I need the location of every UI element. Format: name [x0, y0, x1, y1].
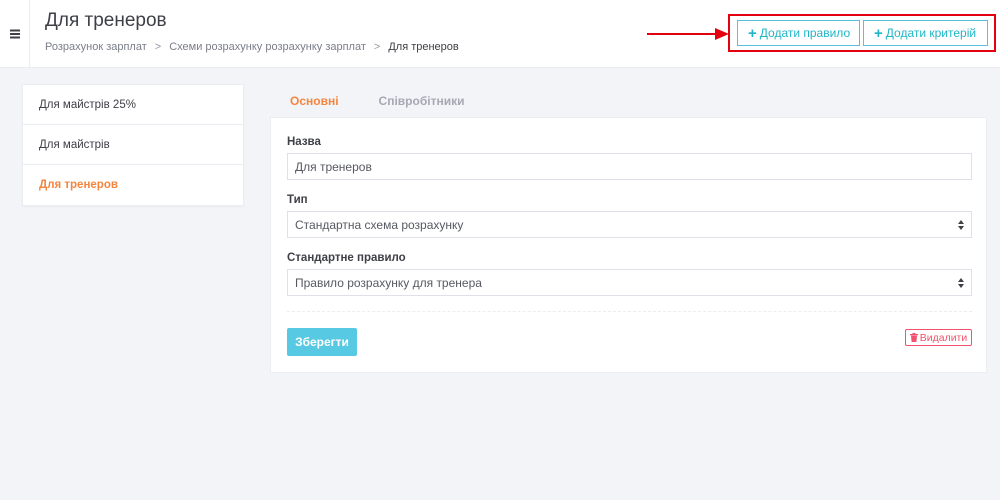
breadcrumb-separator: > [154, 41, 162, 53]
breadcrumb-separator: > [373, 41, 381, 53]
default-rule-select-value: Правило розрахунку для тренера [295, 275, 482, 290]
delete-label: Видалити [919, 331, 968, 344]
breadcrumb-item-current: Для тренеров [388, 41, 459, 53]
scheme-list-item-masters[interactable]: Для майстрів [23, 125, 243, 165]
type-select-value: Стандартна схема розрахунку [295, 217, 464, 232]
tab-employees[interactable]: Співробітники [359, 88, 485, 116]
form-panel: Назва Тип Стандартна схема розрахунку Ст… [270, 117, 987, 373]
hamburger-icon [9, 29, 20, 39]
add-rule-button[interactable]: + Додати правило [737, 20, 860, 46]
plus-icon: + [874, 24, 883, 42]
menu-toggle-button[interactable] [0, 0, 30, 68]
breadcrumb: Розрахунок зарплат > Схеми розрахунку ро… [45, 41, 459, 53]
delete-button[interactable]: Видалити [905, 329, 972, 346]
scheme-list: Для майстрів 25% Для майстрів Для тренер… [22, 84, 244, 206]
add-criterion-button[interactable]: + Додати критерій [863, 20, 988, 46]
type-select[interactable]: Стандартна схема розрахунку [287, 211, 972, 238]
form-divider [287, 311, 972, 312]
tabs: Основні Співробітники [270, 88, 484, 116]
scheme-list-item-masters-25[interactable]: Для майстрів 25% [23, 85, 243, 125]
select-caret-icon [958, 220, 964, 230]
top-bar: Для тренеров Розрахунок зарплат > Схеми … [0, 0, 1000, 68]
add-criterion-label: Додати критерій [885, 26, 977, 40]
name-label: Назва [287, 136, 321, 148]
breadcrumb-item-salary-calculation[interactable]: Розрахунок зарплат [45, 41, 147, 53]
annotation-arrow [647, 28, 729, 40]
plus-icon: + [748, 24, 757, 42]
save-button[interactable]: Зберегти [287, 328, 357, 356]
default-rule-label: Стандартне правило [287, 252, 406, 264]
type-label: Тип [287, 194, 308, 206]
default-rule-select[interactable]: Правило розрахунку для тренера [287, 269, 972, 296]
name-input[interactable] [287, 153, 972, 180]
breadcrumb-item-calculation-schemes[interactable]: Схеми розрахунку розрахунку зарплат [169, 41, 366, 53]
add-rule-label: Додати правило [759, 26, 851, 40]
trash-icon [909, 333, 918, 342]
select-caret-icon [958, 278, 964, 288]
tab-main[interactable]: Основні [270, 88, 359, 116]
page-title: Для тренеров [45, 10, 167, 31]
scheme-list-item-trainers[interactable]: Для тренеров [23, 165, 243, 205]
